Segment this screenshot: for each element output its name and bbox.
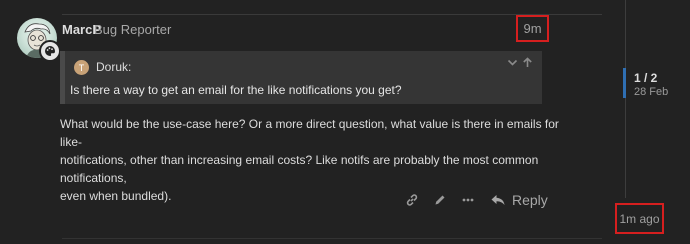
timeline-last-activity[interactable]: 1m ago bbox=[615, 203, 664, 234]
reply-button[interactable]: Reply bbox=[490, 192, 548, 208]
post-actions: Reply bbox=[398, 189, 548, 211]
chevron-down-icon[interactable] bbox=[507, 57, 518, 71]
palette-icon bbox=[39, 40, 61, 62]
pencil-icon[interactable] bbox=[426, 190, 454, 210]
user-avatar[interactable] bbox=[17, 18, 61, 62]
timeline-post-count: 1 / 2 bbox=[634, 71, 658, 85]
quote-text: Is there a way to get an email for the l… bbox=[70, 83, 402, 97]
quote-avatar[interactable]: T bbox=[74, 60, 89, 75]
reply-icon bbox=[491, 195, 505, 205]
post-bottom-divider bbox=[62, 238, 602, 239]
quote-controls bbox=[507, 57, 533, 71]
post-relative-date[interactable]: 9m bbox=[516, 15, 549, 42]
more-icon[interactable] bbox=[454, 190, 482, 210]
timeline-date: 28 Feb bbox=[634, 86, 669, 98]
post-user-title: Bug Reporter bbox=[94, 22, 172, 37]
quote-block: T Doruk: Is there a way to get an email … bbox=[60, 51, 542, 104]
reply-label: Reply bbox=[512, 192, 548, 208]
post-body-line: What would be the use-case here? Or a mo… bbox=[60, 117, 559, 149]
timeline-track[interactable] bbox=[625, 0, 626, 198]
link-icon[interactable] bbox=[398, 190, 426, 210]
post-body-line: notifications, other than increasing ema… bbox=[60, 153, 539, 185]
quote-username: Doruk: bbox=[96, 60, 132, 74]
timeline-handle[interactable] bbox=[623, 68, 626, 98]
arrow-up-icon[interactable] bbox=[522, 57, 533, 71]
